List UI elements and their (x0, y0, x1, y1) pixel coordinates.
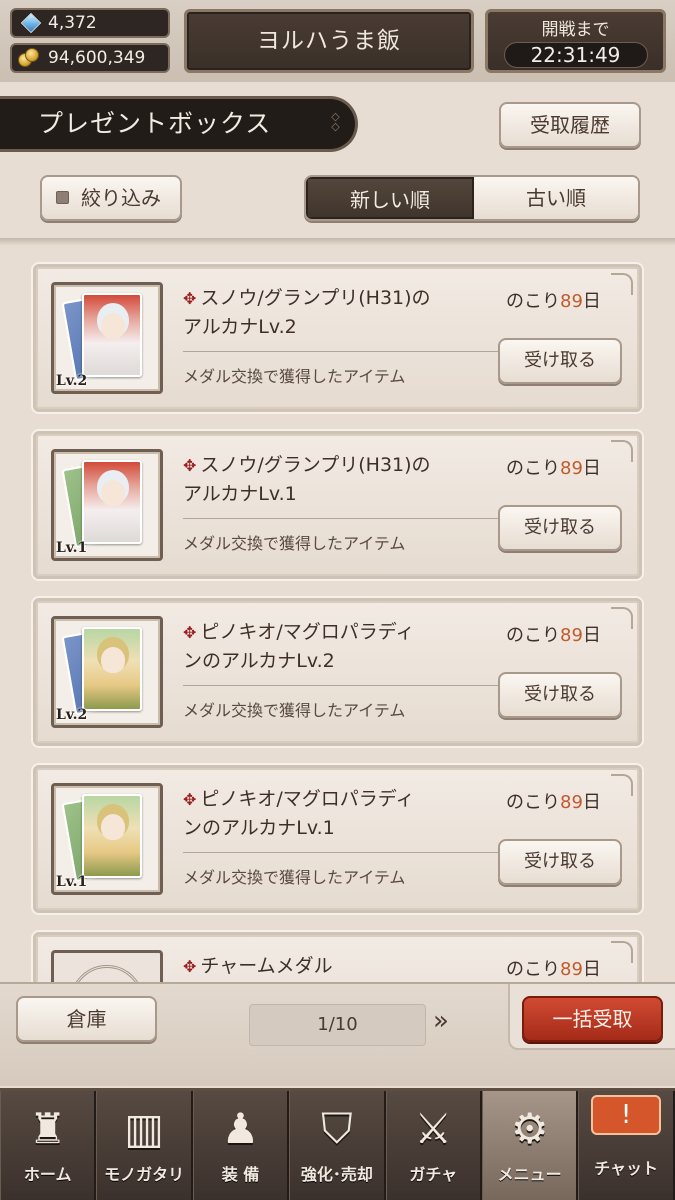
charm-medal-icon (51, 950, 163, 982)
page-indicator: 1/10 (249, 1004, 426, 1046)
bottom-nav: ♜ ホーム ▥ モノガタリ ♟ 装 備 ⛉ 強化･売却 ⚔ ガチャ ⚙ メニュー… (0, 1088, 675, 1200)
list-item: Lv.1 ✥ スノウ/グランプリ(H31)の アルカナLv.1 のこり89日 メダル… (33, 431, 642, 579)
remaining-days: のこり89日 (506, 291, 601, 312)
remaining-days: のこり89日 (506, 792, 601, 813)
list-item: Lv.2 ✥ ピノキオ/マグロパラディ ンのアルカナLv.2 のこり89日 メダル交… (33, 598, 642, 746)
list-item: Lv.1 ✥ ピノキオ/マグロパラディ ンのアルカナLv.1 のこり89日 メダル交… (33, 765, 642, 913)
nav-item-home[interactable]: ♜ ホーム (0, 1091, 97, 1200)
receive-button[interactable]: 受け取る (498, 505, 622, 551)
filter-button[interactable]: 絞り込み (40, 175, 182, 221)
snow-card-icon: Lv.1 (51, 449, 163, 561)
divider (183, 351, 505, 352)
item-description: メダル交換で獲得したアイテム (183, 534, 406, 553)
divider (183, 685, 505, 686)
level-label: Lv.2 (56, 373, 88, 389)
clover-icon: ✥ (183, 456, 197, 475)
sort-oldest-button[interactable]: 古い順 (474, 177, 638, 219)
remaining-days: のこり89日 (506, 959, 601, 980)
gem-counter: 4,372 (10, 8, 170, 38)
timer-value: 22:31:49 (503, 42, 648, 68)
divider (0, 238, 675, 246)
clover-icon: ✥ (183, 623, 197, 642)
list-footer: 倉庫 1/10 » 一括受取 (0, 982, 675, 1086)
pinocchio-card-icon: Lv.2 (51, 616, 163, 728)
list-item: ✥ チャームメダル のこり89日 (33, 932, 642, 982)
coin-count: 94,600,349 (48, 48, 146, 68)
mask-icon: ⛉ (321, 1104, 353, 1153)
remaining-days: のこり89日 (506, 458, 601, 479)
item-description: メダル交換で獲得したアイテム (183, 367, 406, 386)
nav-item-chat[interactable]: ! チャット (578, 1091, 675, 1200)
timer-label: 開戦まで (541, 20, 610, 40)
nav-item-gacha[interactable]: ⚔ ガチャ (385, 1091, 482, 1200)
receive-button[interactable]: 受け取る (498, 839, 622, 885)
receive-button[interactable]: 受け取る (498, 338, 622, 384)
filter-label: 絞り込み (81, 186, 161, 210)
list-item: Lv.2 ✥ スノウ/グランプリ(H31)の アルカナLv.2 のこり89日 メダル… (33, 264, 642, 412)
coin-counter: 94,600,349 (10, 43, 170, 73)
double-chevron-right-icon[interactable]: » (433, 1006, 449, 1036)
gem-icon (20, 12, 42, 34)
history-button[interactable]: 受取履歴 (499, 102, 641, 148)
crossed-swords-icon: ⚔ (414, 1104, 453, 1153)
present-list[interactable]: Lv.2 ✥ スノウ/グランプリ(H31)の アルカナLv.2 のこり89日 メダル… (0, 250, 675, 982)
item-description: メダル交換で獲得したアイテム (183, 701, 406, 720)
receive-button[interactable]: 受け取る (498, 672, 622, 718)
nav-item-menu[interactable]: ⚙ メニュー (481, 1091, 579, 1200)
collect-all-button[interactable]: 一括受取 (522, 996, 663, 1042)
level-label: Lv.2 (56, 707, 88, 723)
puppet-icon: ♟ (221, 1104, 260, 1153)
sort-newest-button[interactable]: 新しい順 (306, 177, 474, 219)
item-description: メダル交換で獲得したアイテム (183, 868, 406, 887)
item-name: ✥ ピノキオ/マグロパラディ ンのアルカナLv.1 (183, 788, 415, 839)
book-icon: ▥ (124, 1104, 164, 1153)
item-name: ✥ チャームメダル (183, 955, 333, 977)
snow-card-icon: Lv.2 (51, 282, 163, 394)
storage-button[interactable]: 倉庫 (16, 996, 157, 1042)
item-name: ✥ スノウ/グランプリ(H31)の アルカナLv.2 (183, 287, 431, 338)
divider (183, 518, 505, 519)
battle-timer: 開戦まで 22:31:49 (485, 9, 666, 73)
sort-toggle: 新しい順 古い順 (304, 175, 640, 221)
nav-item-story[interactable]: ▥ モノガタリ (96, 1091, 193, 1200)
divider (183, 852, 505, 853)
remaining-days: のこり89日 (506, 625, 601, 646)
castle-icon: ♜ (28, 1104, 67, 1153)
checkbox-icon (56, 191, 69, 204)
guild-name[interactable]: ヨルハうま飯 (184, 9, 474, 73)
gem-count: 4,372 (48, 13, 97, 33)
status-bar: 4,372 94,600,349 ヨルハうま飯 開戦まで 22:31:49 (0, 0, 675, 82)
nav-item-equipment[interactable]: ♟ 装 備 (192, 1091, 290, 1200)
collect-all-panel: 一括受取 (508, 984, 675, 1050)
level-label: Lv.1 (56, 540, 88, 556)
clover-icon: ✥ (183, 289, 197, 308)
item-name: ✥ ピノキオ/マグロパラディ ンのアルカナLv.2 (183, 621, 415, 672)
nav-item-enhance[interactable]: ⛉ 強化･売却 (289, 1091, 386, 1200)
level-label: Lv.1 (56, 874, 88, 890)
item-name: ✥ スノウ/グランプリ(H31)の アルカナLv.1 (183, 454, 431, 505)
clover-icon: ✥ (183, 790, 197, 809)
pinocchio-card-icon: Lv.1 (51, 783, 163, 895)
page-title-text: プレゼントボックス (38, 109, 272, 138)
clover-icon: ✥ (183, 957, 197, 976)
diamond-ornament-icon: ◇ ◇ (331, 110, 341, 133)
page-title: プレゼントボックス ◇ ◇ (0, 96, 358, 152)
gears-icon: ⚙ (510, 1104, 549, 1153)
chat-bubble-icon: ! (591, 1095, 662, 1135)
coin-icon (18, 48, 40, 68)
